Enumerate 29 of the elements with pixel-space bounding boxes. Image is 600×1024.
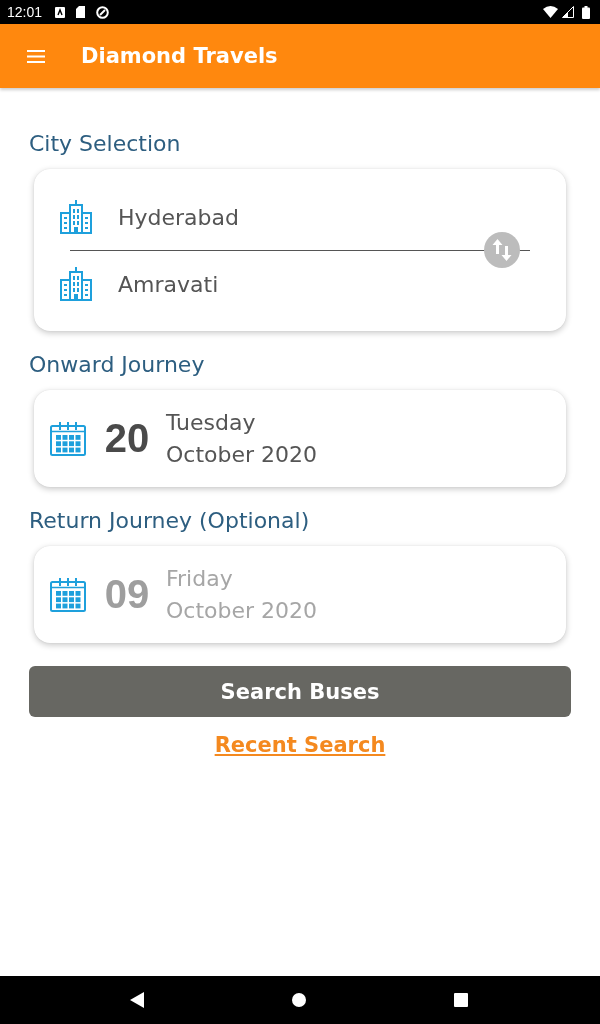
buildings-icon <box>60 267 92 301</box>
menu-icon[interactable] <box>27 49 45 63</box>
day-number: 20 <box>103 416 151 461</box>
home-icon[interactable] <box>292 993 306 1007</box>
section-label: Onward Journey <box>29 351 206 379</box>
month-year-text: October 2020 <box>166 596 318 625</box>
signal-icon <box>562 6 574 18</box>
section-label: Return Journey (Optional) <box>29 507 311 535</box>
battery-icon <box>582 5 590 19</box>
calendar-icon <box>50 577 86 612</box>
back-icon[interactable] <box>130 992 144 1008</box>
weekday-text: Tuesday <box>166 408 257 437</box>
wifi-icon <box>543 6 558 18</box>
swap-arrows-icon <box>492 239 512 261</box>
section-label: City Selection <box>29 130 182 158</box>
ring-icon <box>96 5 110 19</box>
calendar-icon <box>50 421 86 456</box>
day-number: 09 <box>103 572 151 617</box>
search-button[interactable]: Search Buses <box>29 666 571 717</box>
status-time: 12:01 <box>7 4 43 20</box>
buildings-icon <box>60 200 92 234</box>
from-city-field[interactable]: Hyderabad <box>118 204 239 230</box>
month-year-text: October 2020 <box>166 440 318 469</box>
sd-card-icon <box>76 6 86 18</box>
swap-button[interactable] <box>484 232 520 268</box>
to-city-field[interactable]: Amravati <box>118 271 219 297</box>
weekday-text: Friday <box>166 564 234 593</box>
notification-square-icon <box>55 6 66 18</box>
app-title: Diamond Travels <box>81 44 278 68</box>
